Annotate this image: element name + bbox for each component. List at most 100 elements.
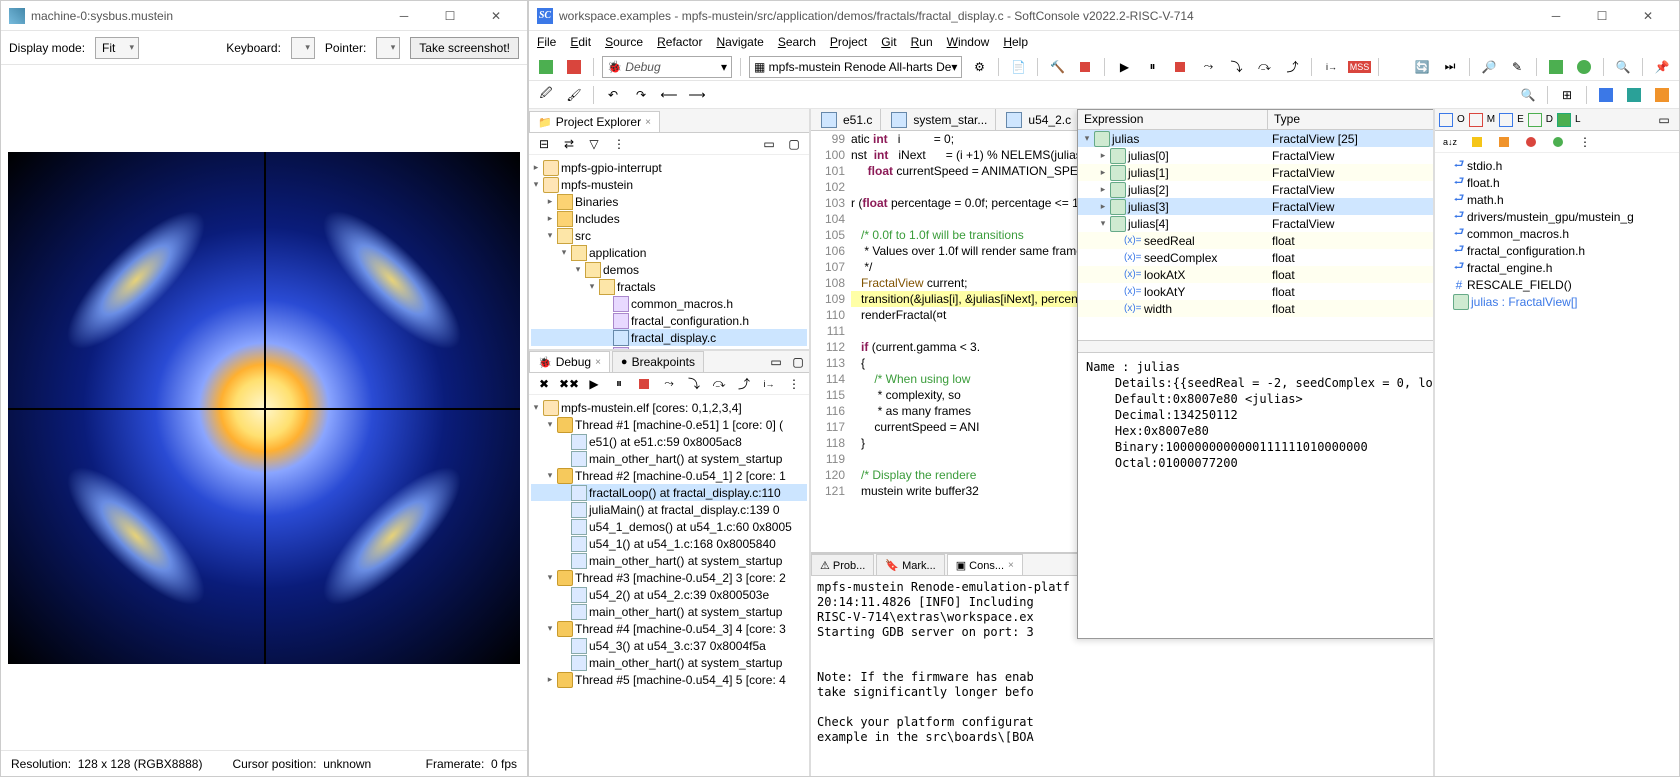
minimize-button[interactable]: ─ [381,1,427,31]
hide-nonpublic-icon[interactable] [1520,131,1542,153]
console-tab[interactable]: 🔖 Mark... [876,554,944,575]
editor-tab[interactable]: u54_2.c [996,109,1080,130]
tree-row[interactable]: fractalLoop() at fractal_display.c:110 [531,484,807,501]
tree-row[interactable]: ▾Thread #4 [machine-0.u54_3] 4 [core: 3 [531,620,807,637]
expand-toggle[interactable]: ▾ [1082,133,1092,144]
expand-toggle[interactable]: ▾ [559,247,569,258]
project-tree[interactable]: ▸mpfs-gpio-interrupt▾mpfs-mustein▸Binari… [529,155,809,349]
menu-navigate[interactable]: Navigate [716,35,763,49]
min-icon[interactable]: ▭ [758,133,780,155]
edit-icon[interactable]: 🖉 [535,84,557,106]
left-titlebar[interactable]: machine-0:sysbus.mustein ─ ☐ ✕ [1,1,527,31]
tree-row[interactable]: ▾mpfs-mustein.elf [cores: 0,1,2,3,4] [531,399,807,416]
tree-row[interactable]: fractal_display.c [531,329,807,346]
expand-toggle[interactable]: ▾ [573,264,583,275]
menu-project[interactable]: Project [830,35,867,49]
project-explorer-tab[interactable]: 📁 Project Explorer × [529,111,660,132]
dbg-stepover-icon[interactable]: ⤼ [708,373,730,395]
editor-tab[interactable]: e51.c [811,109,881,130]
scrollbar[interactable] [1078,340,1433,352]
debug-perspective-icon[interactable] [1545,56,1567,78]
expression-row[interactable]: (x)= seedRealfloat-0.790000021 [1078,232,1433,249]
open-type-icon[interactable]: 🔎 [1478,56,1500,78]
tree-row[interactable]: ▸mpfs-gpio-interrupt [531,159,807,176]
expression-row[interactable]: (x)= seedComplexfloat0.150000006 [1078,249,1433,266]
expand-toggle[interactable]: ▾ [545,623,555,634]
mss-icon[interactable]: MSS [1348,56,1370,78]
tree-row[interactable]: fractal_display.h [531,346,807,349]
tree-row[interactable]: ▸Includes [531,210,807,227]
display-mode-select[interactable]: Fit [95,37,139,59]
step-into-icon[interactable]: ⤵ [1225,56,1247,78]
menu-source[interactable]: Source [605,35,643,49]
dbg-remove-all-icon[interactable]: ✖✖ [558,373,580,395]
expression-row[interactable]: (x)= lookAtYfloat0 [1078,283,1433,300]
suspend-icon[interactable]: ⏸ [1141,56,1163,78]
outline-l-icon[interactable] [1557,113,1571,127]
debug-max-icon[interactable]: ▢ [787,351,809,373]
outline-d-icon[interactable] [1528,113,1542,127]
terminate-icon[interactable] [1169,56,1191,78]
dbg-menu-icon[interactable]: ⋮ [783,373,805,395]
breakpoints-tab[interactable]: ● Breakpoints [612,351,704,372]
tree-row[interactable]: common_macros.h [531,295,807,312]
outline-menu-icon[interactable]: ⋮ [1574,131,1596,153]
tree-row[interactable]: u54_1_demos() at u54_1.c:60 0x8005 [531,518,807,535]
dbg-remove-icon[interactable]: ✖ [533,373,555,395]
hide-local-icon[interactable] [1547,131,1569,153]
link-editor-icon[interactable]: ⇄ [558,133,580,155]
tree-row[interactable]: e51() at e51.c:59 0x8005ac8 [531,433,807,450]
expand-toggle[interactable]: ▸ [545,213,555,224]
dbg-stepout-icon[interactable]: ⤴ [733,373,755,395]
outline-row[interactable]: ⮐ fractal_configuration.h [1437,242,1677,259]
editor-tab[interactable]: system_star... [881,109,996,130]
fwd-icon[interactable]: ⟶ [686,84,708,106]
outline-tree[interactable]: ⮐ stdio.h⮐ float.h⮐ math.h⮐ drivers/must… [1435,153,1679,776]
menu-run[interactable]: Run [911,35,933,49]
stop-icon[interactable] [563,56,585,78]
expand-toggle[interactable]: ▾ [545,572,555,583]
new-icon[interactable]: 📄 [1007,56,1029,78]
tree-row[interactable]: ▸Binaries [531,193,807,210]
dbg-stop-icon[interactable] [633,373,655,395]
outline-min-icon[interactable]: ▭ [1653,109,1675,131]
dbg-resume-icon[interactable]: ▶ [583,373,605,395]
step-return-icon[interactable]: ⤴ [1281,56,1303,78]
collapse-all-icon[interactable]: ⊟ [533,133,555,155]
expression-row[interactable]: (x)= widthfloat3 [1078,300,1433,317]
outline-row[interactable]: ⮐ common_macros.h [1437,225,1677,242]
menu-window[interactable]: Window [947,35,990,49]
hide-fields-icon[interactable] [1466,131,1488,153]
keyboard-select[interactable] [291,37,315,59]
tree-row[interactable]: ▾Thread #3 [machine-0.u54_2] 3 [core: 2 [531,569,807,586]
tree-row[interactable]: main_other_hart() at system_startup [531,552,807,569]
close-icon[interactable]: × [1008,560,1014,571]
gear-icon[interactable]: ⚙ [968,56,990,78]
expand-toggle[interactable]: ▸ [1098,167,1108,178]
quick-access-icon[interactable]: 🔍 [1517,84,1539,106]
search-icon[interactable]: 🔍 [1612,56,1634,78]
tree-row[interactable]: ▾src [531,227,807,244]
menu-help[interactable]: Help [1003,35,1028,49]
debug-tab[interactable]: 🐞 Debug × [529,351,610,372]
dbg-i-icon[interactable]: i→ [758,373,780,395]
close-button[interactable]: ✕ [473,1,519,31]
expand-toggle[interactable]: ▾ [545,470,555,481]
launch-mode-select[interactable]: 🐞 Debug▾ [602,56,732,78]
ide-minimize-button[interactable]: ─ [1533,1,1579,31]
brush-icon[interactable]: 🖌 [563,84,585,106]
tree-row[interactable]: main_other_hart() at system_startup [531,654,807,671]
expand-toggle[interactable]: ▸ [1098,184,1108,195]
redo-icon[interactable]: ↷ [630,84,652,106]
expand-toggle[interactable]: ▸ [1098,150,1108,161]
skip-icon[interactable]: ⏭ [1439,56,1461,78]
step-over-icon[interactable]: ⤼ [1253,56,1275,78]
expand-toggle[interactable]: ▾ [1098,218,1108,229]
hide-static-icon[interactable] [1493,131,1515,153]
menu-file[interactable]: File [537,35,556,49]
outline-row[interactable]: julias : FractalView[] [1437,293,1677,310]
outline-row[interactable]: ⮐ float.h [1437,174,1677,191]
ide-close-button[interactable]: ✕ [1625,1,1671,31]
expressions-tree[interactable]: ▾ juliasFractalView [25]0x8007e80 <julia… [1078,130,1433,340]
outline-row[interactable]: ⮐ stdio.h [1437,157,1677,174]
